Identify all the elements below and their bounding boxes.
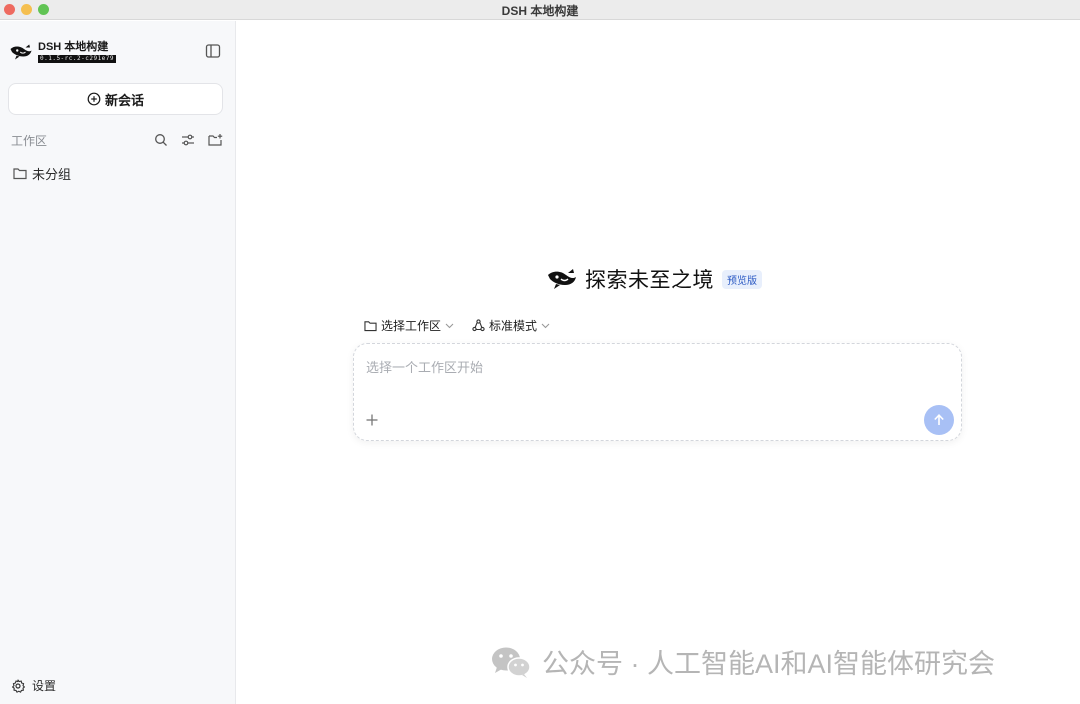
group-label: 未分组 [32,167,72,182]
settings-button[interactable]: 设置 [11,677,56,694]
hero-title: 探索未至之境 [585,269,714,292]
folder-icon [13,168,27,180]
sidebar: DSH 本地构建 0.1.5-rc.2-c291e79 新会话 工作区 未分组 … [0,21,236,704]
watermark: 公众号 · 人工智能AI和AI智能体研究会 [490,642,995,681]
sidebar-toggle-icon [205,44,221,58]
composer-controls: 选择工作区 标准模式 [364,317,568,334]
composer [353,343,962,441]
search-icon [155,134,167,146]
brand-name: DSH 本地构建 [38,41,109,53]
mode-icon [472,319,485,332]
title-bar: DSH 本地构建 [0,0,1080,20]
search-workspace-button[interactable] [153,132,169,148]
watermark-text: 公众号 · 人工智能AI和AI智能体研究会 [542,649,996,679]
preview-badge: 预览版 [722,269,762,289]
brand: DSH 本地构建 0.1.5-rc.2-c291e79 [9,41,117,63]
mode-select[interactable]: 标准模式 [472,317,550,334]
arrow-up-icon [934,414,944,425]
workspace-select[interactable]: 选择工作区 [364,317,454,334]
workspace-header: 工作区 [11,131,223,149]
plus-icon [366,414,378,426]
new-chat-button[interactable]: 新会话 [8,83,223,115]
logo-icon [10,44,32,60]
new-folder-icon [207,134,222,146]
filter-workspace-button[interactable] [180,132,196,148]
group-item-ungrouped[interactable]: 未分组 [13,164,71,183]
workspace-select-label: 选择工作区 [381,319,442,333]
main-content: 探索未至之境 预览版 选择工作区 标准模式 [237,21,1080,704]
attach-button[interactable] [365,413,381,429]
plus-circle-icon [87,92,101,106]
logo-icon [548,269,576,289]
folder-icon [364,320,377,331]
window-title: DSH 本地构建 [501,4,579,18]
sliders-icon [182,134,194,146]
new-chat-label: 新会话 [104,92,144,108]
sidebar-toggle-button[interactable] [205,43,221,59]
gear-icon [12,678,25,693]
version-badge: 0.1.5-rc.2-c291e79 [38,55,117,63]
send-button[interactable] [924,405,954,435]
settings-label: 设置 [32,679,57,693]
chevron-down-icon [541,323,550,328]
message-input[interactable] [366,356,906,378]
new-workspace-button[interactable] [207,132,223,148]
workspace-label: 工作区 [11,133,48,148]
chevron-down-icon [445,323,454,328]
wechat-icon [492,647,531,678]
mode-select-label: 标准模式 [489,319,538,333]
hero: 探索未至之境 预览版 [546,264,762,294]
